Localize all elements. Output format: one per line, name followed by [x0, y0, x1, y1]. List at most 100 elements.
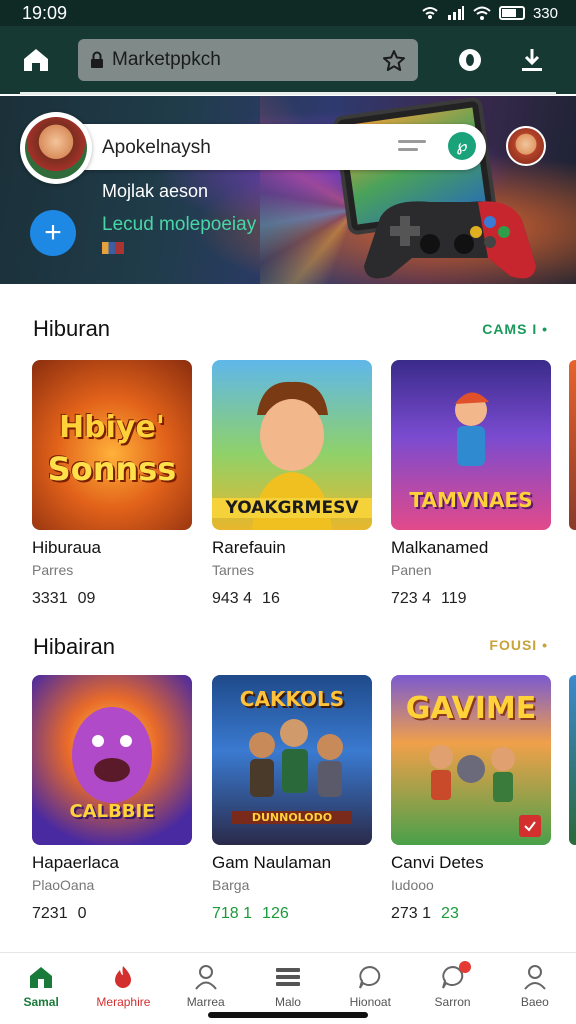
tabs-icon — [459, 49, 481, 71]
download-icon — [522, 49, 542, 71]
home-indicator[interactable] — [208, 1012, 368, 1018]
game-rating: 718 1 — [212, 905, 253, 922]
game-stats: 3331 09 — [32, 590, 192, 608]
notification-badge — [459, 961, 472, 973]
section-title: Hiburan — [33, 316, 111, 341]
plus-icon: + — [44, 216, 62, 249]
game-title: Gam Naulaman — [212, 853, 332, 872]
game-category: PlaoOana — [32, 877, 95, 893]
wifi-icon — [473, 6, 491, 20]
game-title: Hiburaua — [32, 538, 101, 557]
thumb-title: YOAKGRMESV — [212, 498, 372, 518]
nav-label: Meraphire — [96, 995, 151, 1009]
nav-item-home[interactable]: Samal — [0, 953, 82, 1024]
game-downloads: 0 — [77, 905, 87, 922]
nav-item-notifications[interactable]: Sarron — [411, 953, 493, 1024]
game-card[interactable]: Hbiye' Sonnss Hiburaua Parres 3331 09 — [32, 360, 192, 608]
status-bar: 19:09 330 — [0, 0, 576, 26]
nav-label: Baeo — [520, 995, 549, 1009]
person-icon — [192, 963, 220, 991]
game-thumbnail: TAMVNAES — [391, 360, 551, 530]
game-stats: 718 1 126 — [212, 905, 372, 923]
game-thumbnail: Hbiye' Sonnss — [32, 360, 192, 530]
game-stats: 943 4 16 — [212, 590, 372, 608]
game-rating: 273 1 — [391, 905, 432, 922]
home-icon — [27, 963, 55, 991]
thumb-title: CAKKOLS — [239, 687, 345, 711]
game-card[interactable]: GAVIME Canvi Detes Iudooo 273 1 23 — [391, 675, 551, 923]
status-icons: 330 — [421, 5, 558, 22]
list-icon — [274, 963, 302, 991]
section-see-all[interactable]: CAMS I • — [482, 321, 548, 337]
section-title: Hibairan — [33, 634, 115, 659]
nav-item-profile[interactable]: Baeo — [494, 953, 576, 1024]
friend-avatar[interactable] — [506, 126, 546, 166]
game-category: Tarnes — [212, 562, 255, 578]
game-controller-icon — [364, 201, 536, 279]
game-rating: 943 4 — [212, 590, 253, 607]
game-card[interactable]: CALBBIE Hapaerlaca PlaoOana 7231 0 — [32, 675, 192, 923]
download-button[interactable] — [514, 42, 550, 78]
battery-icon — [498, 6, 525, 20]
home-button[interactable] — [18, 42, 54, 78]
browser-bar: Marketppkch — [0, 26, 576, 94]
game-rating: 3331 — [32, 590, 68, 607]
thumb-title: GAVIME — [405, 691, 537, 726]
section-see-all[interactable]: FOUSI • — [489, 637, 548, 653]
nav-label: Samal — [23, 995, 59, 1009]
game-thumbnail: YOAKGRMESV — [212, 360, 372, 530]
signal-icon — [447, 6, 464, 20]
nav-item-fire[interactable]: Meraphire — [82, 953, 164, 1024]
profile-icon — [521, 963, 549, 991]
badge-icon[interactable]: ℘ — [448, 132, 476, 160]
lock-icon — [91, 51, 103, 68]
hero-mini-icon — [102, 242, 124, 254]
add-button[interactable]: + — [30, 210, 76, 256]
game-thumbnail: GAVIME — [391, 675, 551, 845]
nav-label: Marrea — [186, 995, 225, 1009]
thumb-subtitle: DUNNOLODO — [232, 811, 352, 824]
wifi-call-icon — [422, 7, 438, 19]
game-rating: 7231 — [32, 905, 68, 922]
thumb-title: CALBBIE — [69, 801, 155, 822]
game-card[interactable]: TAMVNAES Malkanamed Panen 723 4 119 — [391, 360, 551, 608]
game-thumbnail: CAKKOLS DUNNOLODO — [212, 675, 372, 845]
fire-icon — [109, 963, 137, 991]
game-category: Iudooo — [391, 877, 434, 893]
game-title: Malkanamed — [391, 538, 489, 557]
game-category: Panen — [391, 562, 432, 578]
thumb-title: TAMVNAES — [409, 488, 533, 512]
game-card[interactable]: CAKKOLS DUNNOLODO Gam Naulaman Barga 718… — [212, 675, 372, 923]
hero-link[interactable]: Lecud molepoeiay — [102, 214, 256, 236]
menu-lines-icon[interactable] — [398, 140, 426, 154]
game-title: Hapaerlaca — [32, 853, 119, 872]
game-title: Canvi Detes — [391, 853, 484, 872]
game-rating: 723 4 — [391, 590, 432, 607]
nav-label: Sarron — [434, 995, 471, 1009]
game-downloads: 16 — [262, 590, 280, 607]
browser-divider — [20, 92, 556, 95]
home-icon — [24, 49, 48, 71]
profile-name: Apokelnaysh — [102, 137, 211, 158]
game-category: Barga — [212, 877, 250, 893]
status-time: 19:09 — [22, 2, 68, 23]
url-text: Marketppkch — [112, 49, 221, 70]
game-card[interactable]: YOAKGRMESV Rarefauin Tarnes 943 4 16 — [212, 360, 372, 608]
next-card-peek[interactable] — [569, 675, 576, 845]
badge-icon — [519, 815, 541, 837]
address-bar[interactable]: Marketppkch — [78, 39, 418, 81]
game-stats: 7231 0 — [32, 905, 192, 923]
game-downloads: 126 — [262, 905, 289, 922]
game-title: Rarefauin — [212, 538, 286, 557]
thumb-subtitle: Sonnss — [47, 450, 177, 488]
user-avatar[interactable] — [20, 112, 92, 184]
hero-subtitle: Mojlak aeson — [102, 181, 209, 201]
game-stats: 723 4 119 — [391, 590, 551, 608]
tabs-button[interactable] — [452, 42, 488, 78]
game-downloads: 23 — [441, 905, 459, 922]
battery-level: 330 — [532, 4, 558, 22]
game-category: Parres — [32, 562, 74, 578]
chat-icon — [356, 963, 384, 991]
next-card-peek[interactable] — [569, 360, 576, 530]
star-icon[interactable] — [382, 49, 406, 71]
